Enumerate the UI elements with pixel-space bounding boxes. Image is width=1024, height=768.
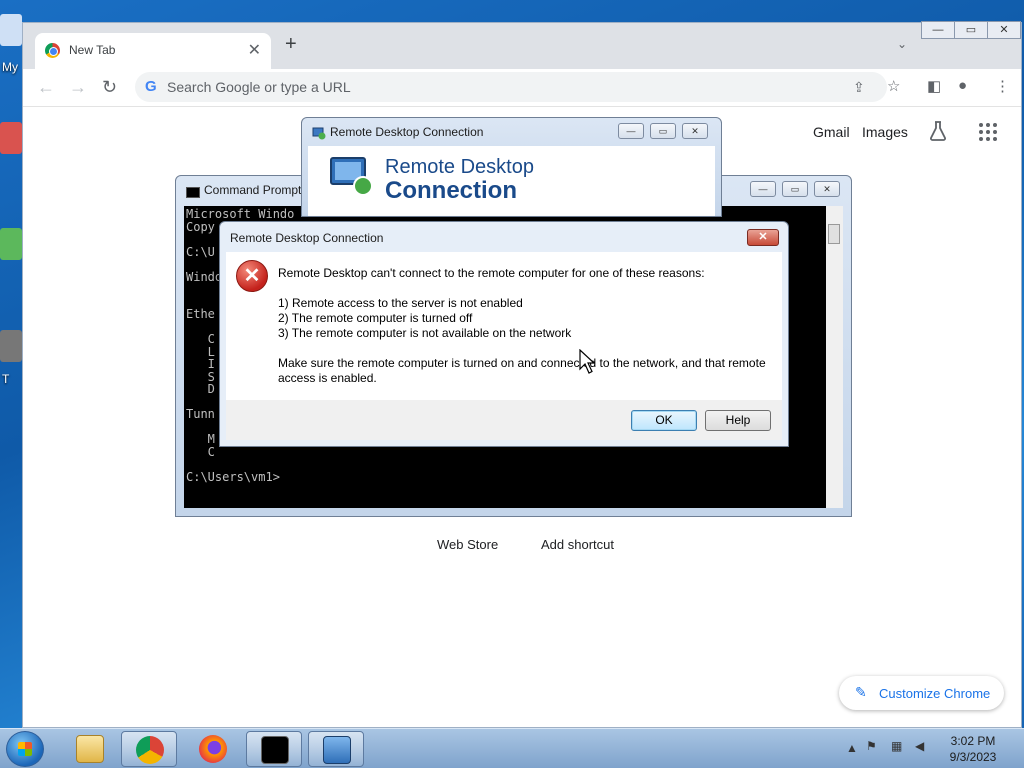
desktop-icon-computer[interactable] [0, 14, 22, 46]
tab-close-icon[interactable]: ✕ [248, 40, 261, 60]
dialog-body: ✕ Remote Desktop can't connect to the re… [226, 252, 782, 400]
mouse-cursor-icon [579, 349, 595, 374]
customize-chrome-button[interactable]: ✎ Customize Chrome [839, 676, 1004, 710]
close-button[interactable]: ✕ [682, 123, 708, 139]
customize-chrome-label: Customize Chrome [879, 686, 991, 701]
desktop-icon-app[interactable] [0, 122, 22, 154]
desktop-icon-label: T [2, 372, 10, 386]
maximize-button[interactable]: ▭ [650, 123, 676, 139]
labs-flask-icon[interactable] [929, 121, 947, 141]
tab-title: New Tab [69, 43, 116, 57]
ok-button[interactable]: OK [631, 410, 697, 431]
address-bar[interactable]: G ⇪ [135, 72, 887, 102]
window-controls: — ▭ ✕ [921, 21, 1021, 39]
taskbar-explorer[interactable] [62, 731, 118, 767]
pencil-icon: ✎ [855, 684, 867, 700]
clock[interactable]: 3:02 PM 9/3/2023 [938, 733, 1008, 765]
reload-icon[interactable]: ↻ [102, 77, 117, 98]
profile-icon[interactable]: ● [958, 77, 967, 94]
new-tab-button[interactable]: + [285, 33, 297, 56]
taskbar-firefox[interactable] [185, 731, 241, 767]
minimize-button[interactable]: — [921, 21, 955, 39]
remote-desktop-icon [323, 736, 351, 764]
folder-icon [76, 735, 104, 763]
dialog-button-bar: OK Help [226, 400, 782, 440]
clock-date: 9/3/2023 [949, 750, 997, 764]
cmd-icon [261, 736, 289, 764]
error-icon: ✕ [236, 260, 268, 292]
close-button[interactable]: ✕ [987, 21, 1021, 39]
start-button[interactable] [6, 731, 44, 767]
taskbar-chrome[interactable] [121, 731, 177, 767]
reason-item: 2) The remote computer is turned off [278, 311, 473, 325]
forward-icon[interactable]: → [69, 77, 87, 98]
dialog-close-button[interactable]: ✕ [747, 229, 779, 246]
omnibox-input[interactable] [167, 77, 807, 97]
chrome-icon [136, 736, 164, 764]
help-button[interactable]: Help [705, 410, 771, 431]
remote-desktop-small-icon [312, 127, 326, 140]
maximize-button[interactable]: ▭ [954, 21, 988, 39]
tab-search-button[interactable]: ⌄ [897, 37, 907, 51]
firefox-icon [199, 735, 227, 763]
scrollbar-thumb[interactable] [828, 224, 840, 244]
desktop-icon-app[interactable] [0, 330, 22, 362]
console-line: C [186, 444, 215, 459]
close-button[interactable]: ✕ [814, 181, 840, 197]
back-icon[interactable]: ← [37, 77, 55, 98]
browser-toolbar: ← → ↻ G ⇪ ☆ ◧ ● ⋮ [23, 69, 1021, 107]
window-title: Remote Desktop Connection [330, 125, 484, 139]
error-message: Remote Desktop can't connect to the remo… [278, 266, 705, 280]
taskbar-remote-desktop[interactable] [308, 731, 364, 767]
window-controls: — ▭ ✕ [744, 181, 840, 197]
show-hidden-icons-button[interactable]: ▲ [846, 741, 858, 755]
rdc-title-line1: Remote Desktop [385, 156, 534, 178]
side-panel-icon[interactable]: ◧ [927, 77, 941, 95]
minimize-button[interactable]: — [750, 181, 776, 197]
advice-text: Make sure the remote computer is turned … [278, 356, 766, 370]
desktop-icon-label: My [2, 60, 18, 74]
reason-item: 3) The remote computer is not available … [278, 326, 572, 340]
dialog-title: Remote Desktop Connection [230, 231, 384, 245]
menu-kebab-icon[interactable]: ⋮ [995, 77, 1010, 95]
google-g-icon: G [145, 78, 157, 95]
vertical-scrollbar[interactable] [826, 206, 843, 508]
remote-desktop-window[interactable]: Remote Desktop Connection — ▭ ✕ Remote D… [301, 117, 722, 217]
desktop-icon-app[interactable] [0, 228, 22, 260]
console-icon [186, 187, 200, 198]
console-line: C:\Users\vm1> [186, 469, 280, 484]
remote-desktop-monitor-icon [330, 157, 373, 196]
volume-icon[interactable]: ◀ [915, 739, 924, 753]
network-icon[interactable]: ▦ [891, 739, 902, 753]
bookmark-star-icon[interactable]: ☆ [887, 77, 900, 95]
window-title: Command Prompt [204, 183, 302, 197]
chrome-logo-icon [45, 43, 60, 58]
taskbar-cmd[interactable] [246, 731, 302, 767]
tab-new-tab[interactable]: New Tab ✕ [35, 33, 271, 69]
share-icon[interactable]: ⇪ [853, 79, 865, 96]
action-center-flag-icon[interactable]: ⚑ [866, 739, 877, 753]
rdc-title-line2: Connection [385, 177, 517, 204]
apps-grid-icon[interactable] [979, 123, 997, 141]
shortcut-web-store[interactable]: Web Store [437, 537, 498, 552]
maximize-button[interactable]: ▭ [782, 181, 808, 197]
tab-strip: New Tab ✕ + ⌄ — ▭ ✕ [23, 21, 1021, 69]
images-link[interactable]: Images [862, 124, 908, 140]
clock-time: 3:02 PM [950, 734, 996, 748]
reason-item: 1) Remote access to the server is not en… [278, 296, 523, 310]
shortcut-add[interactable]: Add shortcut [541, 537, 614, 552]
taskbar: ▲ ⚑ ▦ ◀ 3:02 PM 9/3/2023 [0, 728, 1024, 768]
error-dialog[interactable]: Remote Desktop Connection ✕ ✕ Remote Des… [219, 221, 789, 447]
minimize-button[interactable]: — [618, 123, 644, 139]
advice-text: access is enabled. [278, 371, 377, 385]
window-controls: — ▭ ✕ [612, 123, 708, 139]
gmail-link[interactable]: Gmail [813, 124, 850, 140]
